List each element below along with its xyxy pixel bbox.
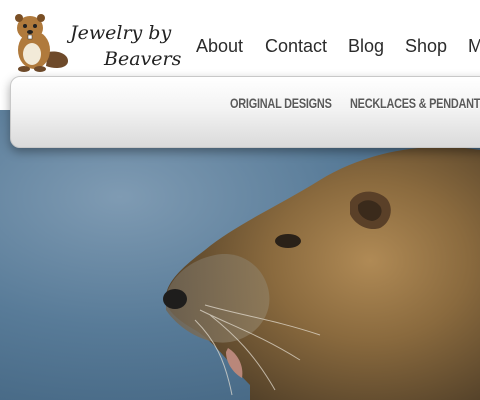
site-header: Jewelry by Beavers About Contact Blog Sh… <box>0 0 480 78</box>
nutria-photo <box>163 146 480 400</box>
site-logo[interactable]: Jewelry by Beavers <box>8 8 181 74</box>
logo-text-line1: Jewelry by <box>70 22 172 44</box>
nav-shop[interactable]: Shop <box>405 36 447 57</box>
category-original-designs[interactable]: ORIGINAL DESIGNS <box>230 95 332 111</box>
beaver-icon <box>15 14 68 72</box>
nav-more[interactable]: M <box>468 36 480 57</box>
hero-image <box>0 110 480 400</box>
logo-text-line2: Beavers <box>104 48 182 70</box>
nav-blog[interactable]: Blog <box>348 36 384 57</box>
category-necklaces-pendants[interactable]: NECKLACES & PENDANTS <box>350 95 480 111</box>
nav-about[interactable]: About <box>196 36 243 57</box>
category-nav: ORIGINAL DESIGNS NECKLACES & PENDANTS <box>10 76 480 148</box>
nav-contact[interactable]: Contact <box>265 36 327 57</box>
